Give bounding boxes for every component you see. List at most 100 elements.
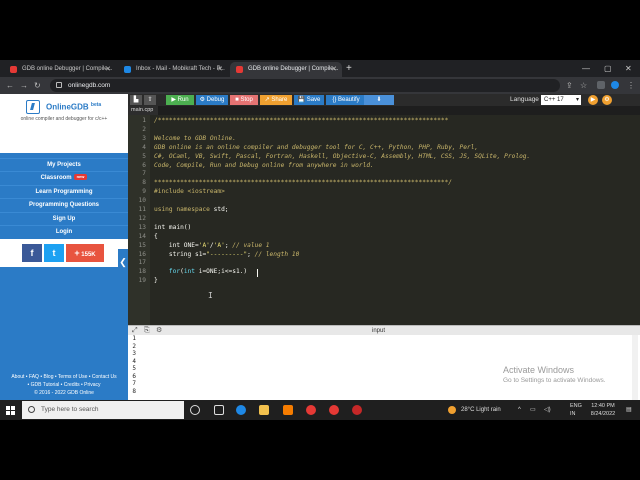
edge-icon[interactable] (236, 405, 246, 415)
addthis-share-button[interactable]: + 155K (66, 244, 104, 262)
new-file-icon[interactable]: ▙ (130, 95, 142, 105)
code-line: Welcome to GDB Online. (154, 134, 236, 142)
code-line: #include <iostream> (154, 188, 225, 197)
upload-icon[interactable]: ⇧ (144, 95, 156, 105)
code-line: { (154, 232, 158, 240)
download-button[interactable]: ⬇ (364, 95, 394, 105)
line-number-gutter: 1 2 3 4 5 6 7 8 9 10 11 12 13 14 15 16 1… (128, 115, 150, 325)
footer-links-row-1[interactable]: About • FAQ • Blog • Terms of Use • Cont… (0, 373, 128, 381)
file-explorer-icon[interactable] (259, 405, 269, 415)
profile-avatar[interactable] (611, 81, 619, 89)
bookmark-star-icon[interactable]: ☆ (580, 79, 587, 92)
clear-output-icon[interactable]: ⚙ (156, 327, 162, 335)
line-number: 12 (138, 214, 146, 222)
close-tab-icon[interactable]: ✕ (331, 62, 337, 77)
notifications-icon[interactable]: ▤ (626, 406, 632, 414)
activate-windows-subtitle: Go to Settings to activate Windows. (503, 377, 606, 384)
language-select[interactable]: C++ 17 (541, 95, 581, 105)
weather-text[interactable]: 28°C Light rain (461, 406, 501, 414)
onlinegdb-logo-icon[interactable] (26, 100, 40, 114)
footer-links-row-2[interactable]: • GDB Tutorial • Credits • Privacy (0, 381, 128, 389)
stop-button[interactable]: ■ Stop (230, 95, 258, 105)
search-icon (28, 406, 35, 413)
reload-icon[interactable]: ↻ (34, 79, 41, 92)
share-page-icon[interactable]: ⇪ (566, 79, 573, 92)
url-input[interactable]: onlinegdb.com (50, 79, 560, 92)
share-button[interactable]: ↗ Share (260, 95, 292, 105)
windows-start-icon[interactable] (6, 406, 15, 415)
code-token: int (154, 241, 181, 249)
settings-gear-icon[interactable]: ⚙ (602, 95, 612, 105)
volume-icon[interactable]: ◁) (544, 406, 551, 414)
code-line: for(int i=ONE;i<=s1.) (154, 268, 247, 277)
close-window-icon[interactable]: ✕ (625, 60, 632, 77)
run-settings-icon[interactable]: ▶ (588, 95, 598, 105)
close-tab-icon[interactable]: ✕ (217, 62, 223, 77)
code-line: using namespace std; (154, 206, 229, 215)
browser-tab-title: Inbox - Mail - Mobikraft Tech - P... (136, 66, 225, 72)
language-indicator[interactable]: ENG IN (570, 402, 582, 418)
code-token: // length 10 (254, 250, 300, 258)
clock[interactable]: 12:40 PM 8/24/2022 (588, 402, 618, 418)
weather-icon[interactable] (448, 406, 456, 414)
run-button[interactable]: ▶ Run (166, 95, 194, 105)
recorder-icon[interactable] (352, 405, 362, 415)
back-icon[interactable]: ← (6, 79, 14, 92)
sidebar-item-learn-programming[interactable]: Learn Programming (0, 186, 128, 199)
sidebar-item-sign-up[interactable]: Sign Up (0, 213, 128, 226)
code-token: for (154, 268, 181, 276)
brand-name-text: OnlineGDB (46, 102, 89, 112)
task-view-icon[interactable] (214, 405, 224, 415)
debug-button[interactable]: ⚙ Debug (196, 95, 228, 105)
network-icon[interactable]: ▭ (530, 406, 536, 414)
sidebar-item-classroom[interactable]: Classroom new (0, 172, 128, 186)
save-button[interactable]: 💾 Save (294, 95, 324, 105)
sidebar-item-login[interactable]: Login (0, 226, 128, 240)
code-line: Code, Compile, Run and Debug online from… (154, 161, 374, 169)
code-token: int (154, 223, 166, 231)
taskbar-search-input[interactable]: Type here to search (22, 401, 184, 419)
sublime-text-icon[interactable] (283, 405, 293, 415)
browser-tabbar: GDB online Debugger | Compile... ✕ Inbox… (0, 60, 640, 77)
sidebar-item-my-projects[interactable]: My Projects (0, 159, 128, 172)
new-tab-icon[interactable]: + (346, 62, 352, 75)
close-tab-icon[interactable]: ✕ (105, 62, 111, 77)
sidebar: OnlineGDB beta online compiler and debug… (0, 94, 128, 400)
forward-icon[interactable]: → (20, 79, 28, 92)
activate-windows-title: Activate Windows (503, 365, 575, 375)
cortana-icon[interactable] (190, 405, 200, 415)
search-placeholder: Type here to search (41, 406, 99, 413)
file-tab-main[interactable]: main.cpp (128, 106, 158, 115)
collapse-sidebar-icon[interactable]: ❮ (118, 249, 128, 275)
extension-icon[interactable] (597, 81, 605, 89)
chrome-icon[interactable] (306, 405, 316, 415)
sidebar-item-ide[interactable]: IDE (0, 145, 128, 159)
facebook-icon[interactable]: f (22, 244, 42, 262)
resize-icon[interactable]: ⤢ (132, 327, 138, 335)
console-scrollbar[interactable] (632, 335, 638, 400)
io-panel-header: ⤢ ⎘ ⚙ input (128, 325, 640, 335)
text-cursor (257, 269, 258, 277)
browser-tab-3[interactable]: GDB online Debugger | Compile... ✕ (230, 62, 342, 77)
maximize-icon[interactable]: ▢ (604, 60, 612, 77)
brand-name[interactable]: OnlineGDB beta (46, 102, 101, 112)
browser-menu-icon[interactable]: ⋮ (627, 79, 635, 92)
brand-subtitle: online compiler and debugger for c/c++ (20, 116, 108, 122)
clock-time: 12:40 PM (591, 403, 615, 409)
beautify-button[interactable]: {} Beautify (326, 95, 366, 105)
minimize-icon[interactable]: — (582, 60, 590, 77)
language-label: Language (510, 96, 539, 103)
code-token: int (183, 268, 195, 276)
code-token: ; (247, 250, 255, 258)
browser-tab-2[interactable]: Inbox - Mail - Mobikraft Tech - P... ✕ (118, 62, 228, 77)
chrome-profile-icon[interactable] (329, 405, 339, 415)
code-editor[interactable]: 1 2 3 4 5 6 7 8 9 10 11 12 13 14 15 16 1… (128, 115, 640, 325)
copy-output-icon[interactable]: ⎘ (144, 327, 150, 335)
sidebar-menu: IDE My Projects Classroom new Learn Progr… (0, 145, 128, 240)
tray-chevron-icon[interactable]: ^ (518, 406, 521, 414)
browser-tab-1[interactable]: GDB online Debugger | Compile... ✕ (4, 62, 116, 77)
url-text: onlinegdb.com (68, 82, 111, 89)
gdb-favicon-icon (10, 66, 17, 73)
sidebar-item-programming-questions[interactable]: Programming Questions (0, 199, 128, 213)
twitter-icon[interactable]: t (44, 244, 64, 262)
